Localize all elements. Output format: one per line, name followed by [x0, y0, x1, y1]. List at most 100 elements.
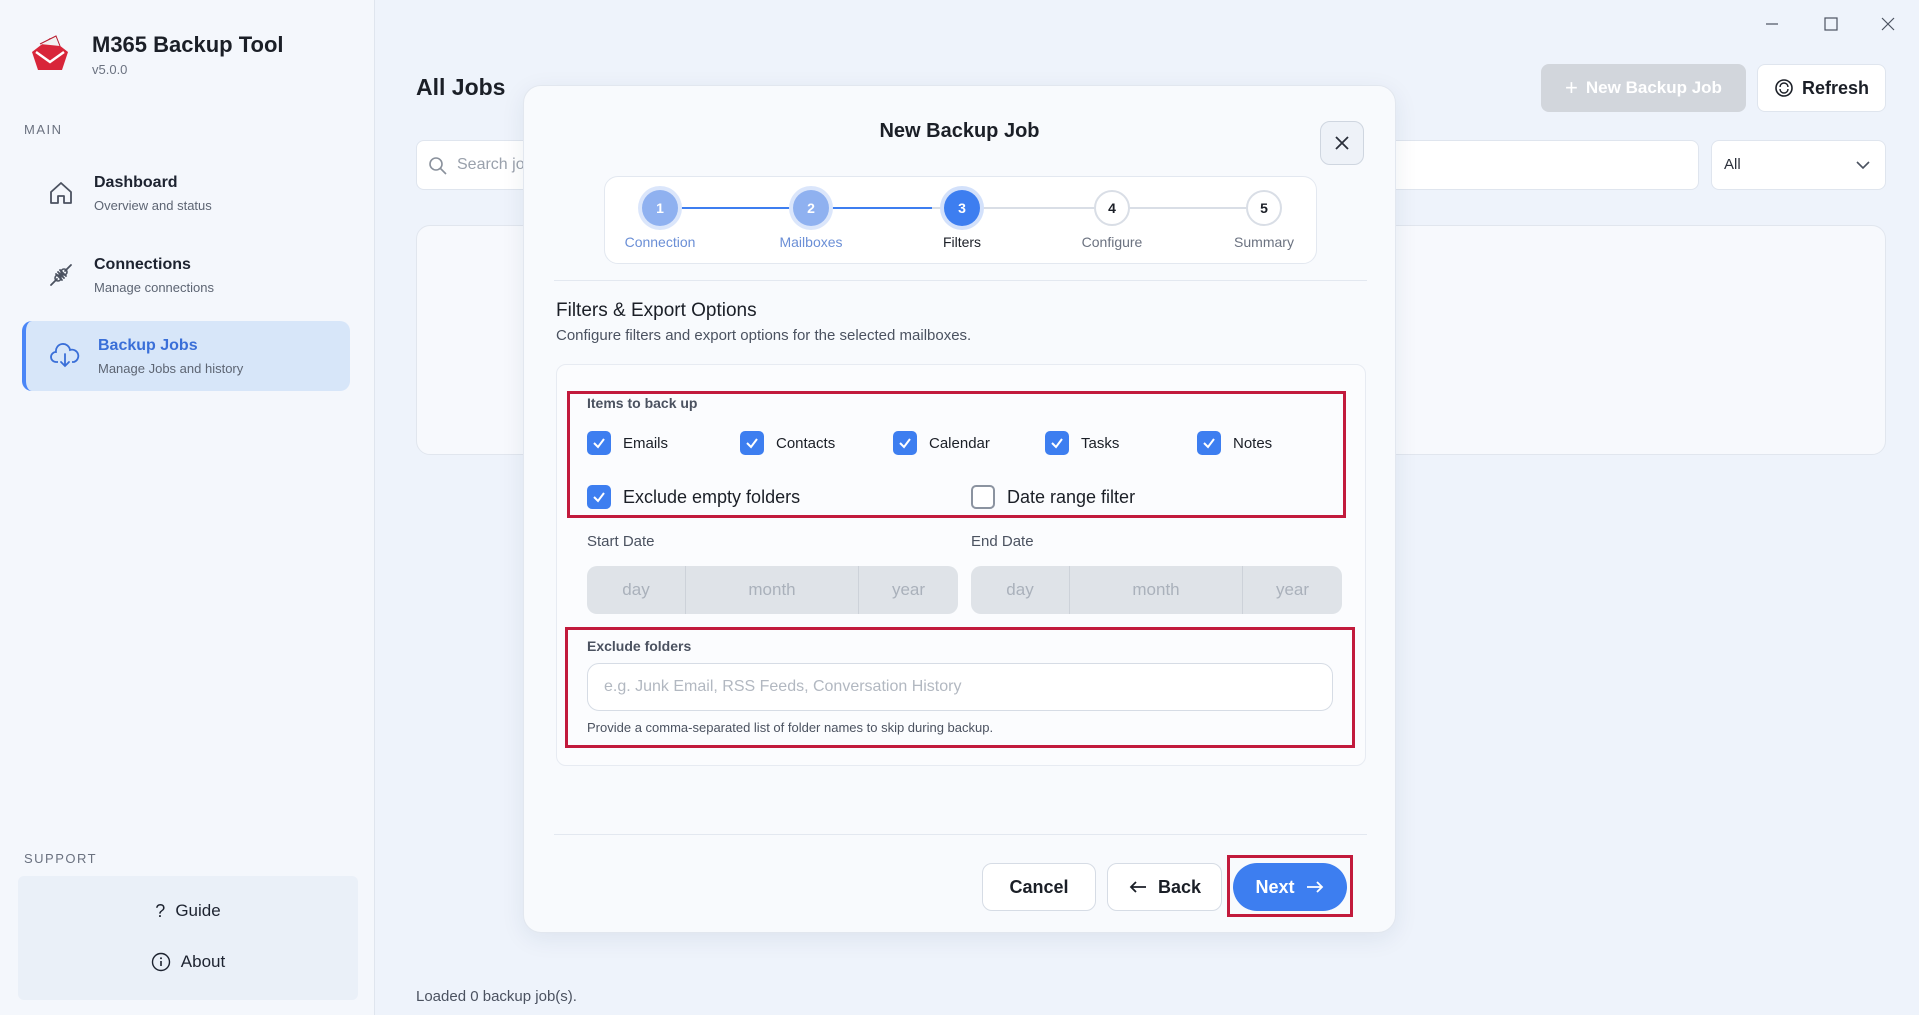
sidebar-item-subtitle: Manage Jobs and history — [98, 360, 244, 376]
step-3-circle: 3 — [944, 190, 980, 226]
cancel-button[interactable]: Cancel — [982, 863, 1096, 911]
app-version: v5.0.0 — [92, 61, 128, 77]
exclude-empty-folders-checkbox[interactable]: Exclude empty folders — [587, 485, 800, 509]
app-title: M365 Backup Tool — [92, 31, 284, 57]
next-button[interactable]: Next — [1233, 863, 1347, 911]
refresh-button[interactable]: Refresh — [1757, 64, 1886, 112]
status-filter-select[interactable]: All — [1711, 140, 1886, 190]
back-label: Back — [1157, 876, 1202, 897]
step-4-circle: 4 — [1094, 190, 1130, 226]
exclude-empty-folders-label: Exclude empty folders — [623, 486, 801, 507]
sidebar-item-subtitle: Manage connections — [94, 279, 214, 295]
about-label: About — [180, 952, 226, 971]
app-logo-icon — [32, 35, 68, 70]
filter-value: All — [1724, 156, 1741, 173]
tasks-checkbox[interactable]: Tasks — [1045, 431, 1119, 455]
new-backup-job-button[interactable]: + New Backup Job — [1541, 64, 1746, 112]
date-range-filter-checkbox[interactable]: Date range filter — [971, 485, 1135, 509]
step-2-label: Mailboxes — [779, 234, 843, 250]
chevron-down-icon — [1856, 161, 1870, 170]
checkmark-icon — [587, 485, 611, 509]
back-button[interactable]: Back — [1107, 863, 1222, 911]
cancel-label: Cancel — [1009, 876, 1069, 897]
unchecked-box-icon — [971, 485, 995, 509]
checkmark-icon — [893, 431, 917, 455]
maximize-icon[interactable] — [1819, 12, 1843, 36]
next-label: Next — [1255, 876, 1295, 897]
arrow-right-icon — [1306, 881, 1323, 893]
checkmark-icon — [587, 431, 611, 455]
status-text: Loaded 0 backup job(s). — [416, 988, 577, 1005]
sidebar-item-dashboard[interactable]: Dashboard Overview and status — [22, 158, 350, 228]
close-icon — [1335, 136, 1349, 150]
brand: M365 Backup Tool v5.0.0 — [26, 30, 284, 78]
page-title: All Jobs — [416, 74, 506, 100]
cloud-download-icon — [50, 341, 80, 371]
new-backup-job-dialog: New Backup Job 1 Connection 2 Mailboxes … — [523, 85, 1396, 933]
checkmark-icon — [740, 431, 764, 455]
calendar-label: Calendar — [929, 434, 990, 452]
items-to-backup-label: Items to back up — [587, 395, 698, 411]
home-icon — [46, 178, 76, 208]
exclude-folders-input[interactable]: e.g. Junk Email, RSS Feeds, Conversation… — [587, 663, 1333, 711]
step-5-label: Summary — [1234, 234, 1294, 250]
start-date-label: Start Date — [587, 533, 655, 550]
checkmark-icon — [1045, 431, 1069, 455]
step-1-label: Connection — [624, 234, 696, 250]
start-day[interactable]: day — [587, 566, 686, 614]
search-icon — [429, 157, 447, 175]
exclude-folders-label: Exclude folders — [587, 638, 692, 654]
about-button[interactable]: About — [18, 940, 358, 984]
end-date-input[interactable]: day month year — [971, 566, 1342, 614]
section-subtitle: Configure filters and export options for… — [556, 327, 972, 344]
notes-label: Notes — [1233, 434, 1273, 452]
step-2-circle: 2 — [793, 190, 829, 226]
start-date-input[interactable]: day month year — [587, 566, 958, 614]
question-icon: ? — [155, 900, 166, 921]
start-month[interactable]: month — [686, 566, 859, 614]
step-3-label: Filters — [942, 234, 982, 250]
end-day[interactable]: day — [971, 566, 1070, 614]
divider — [554, 280, 1367, 281]
refresh-icon — [1775, 79, 1793, 97]
start-year[interactable]: year — [859, 566, 958, 614]
dialog-title: New Backup Job — [879, 120, 1040, 142]
emails-label: Emails — [623, 434, 669, 452]
calendar-checkbox[interactable]: Calendar — [893, 431, 990, 455]
contacts-checkbox[interactable]: Contacts — [740, 431, 835, 455]
arrow-left-icon — [1129, 881, 1146, 893]
date-range-filter-label: Date range filter — [1007, 486, 1136, 507]
exclude-folders-help: Provide a comma-separated list of folder… — [587, 720, 994, 735]
end-year[interactable]: year — [1243, 566, 1342, 614]
emails-checkbox[interactable]: Emails — [587, 431, 668, 455]
end-date-label: End Date — [971, 533, 1034, 550]
guide-button[interactable]: ? Guide — [18, 889, 358, 933]
minimize-icon[interactable] — [1760, 12, 1784, 36]
guide-label: Guide — [175, 901, 221, 920]
support-panel: ? Guide About — [18, 876, 358, 1000]
refresh-label: Refresh — [1801, 77, 1870, 98]
plug-icon — [46, 260, 76, 290]
sidebar-item-title: Connections — [94, 255, 191, 273]
end-month[interactable]: month — [1070, 566, 1243, 614]
step-1-circle: 1 — [642, 190, 678, 226]
sidebar-item-title: Dashboard — [94, 173, 178, 191]
contacts-label: Contacts — [776, 434, 836, 452]
tasks-label: Tasks — [1081, 434, 1120, 452]
section-title: Filters & Export Options — [556, 300, 757, 321]
checkmark-icon — [1197, 431, 1221, 455]
step-5-circle: 5 — [1246, 190, 1282, 226]
notes-checkbox[interactable]: Notes — [1197, 431, 1272, 455]
window-close-icon[interactable] — [1876, 12, 1900, 36]
search-placeholder: Search jo — [457, 156, 525, 173]
dialog-close-button[interactable] — [1320, 121, 1364, 165]
sidebar-item-backup-jobs[interactable]: Backup Jobs Manage Jobs and history — [22, 321, 350, 391]
sidebar: M365 Backup Tool v5.0.0 MAIN Dashboard O… — [0, 0, 375, 1015]
plus-icon: + — [1565, 75, 1578, 100]
support-section-label: SUPPORT — [24, 851, 98, 866]
footer-divider — [554, 834, 1367, 835]
sidebar-item-connections[interactable]: Connections Manage connections — [22, 240, 350, 310]
step-4-label: Configure — [1081, 234, 1143, 250]
info-icon — [151, 952, 170, 972]
sidebar-item-title: Backup Jobs — [98, 336, 198, 354]
